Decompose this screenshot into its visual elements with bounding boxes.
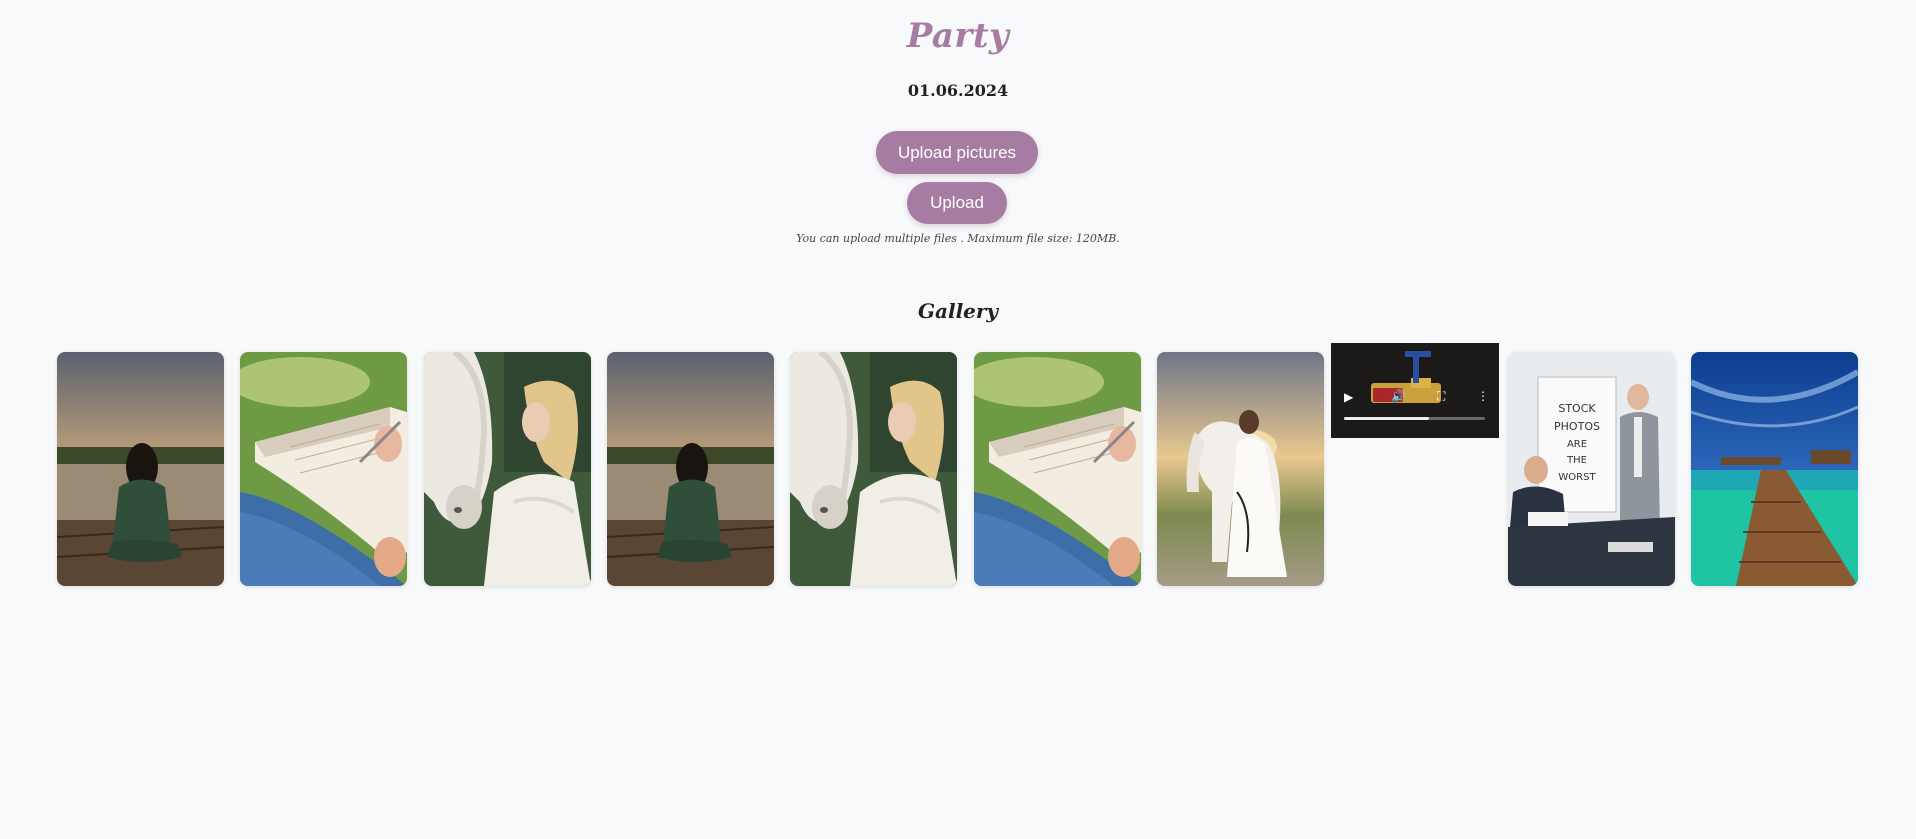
whiteboard-line-5: WORST: [1558, 472, 1596, 483]
tropical-boardwalk-photo: [1691, 352, 1858, 586]
gallery-image-meditating-dock-2[interactable]: [607, 352, 774, 586]
woman-horse-photo: [424, 352, 591, 586]
writing-notebook-photo-2: [974, 352, 1141, 586]
gallery-image-writing-notebook-2[interactable]: [974, 352, 1141, 586]
whiteboard-line-3: ARE: [1567, 439, 1587, 450]
gallery-image-woman-horse[interactable]: [424, 352, 591, 586]
event-title: Party: [906, 16, 1010, 56]
gallery-image-meditating-dock[interactable]: [57, 352, 224, 586]
video-progress-fill: [1344, 417, 1429, 420]
gallery-grid: ▶ 🔊 ⛶ ⋮ STOCK PHOTOS ARE THE WORST: [0, 0, 1916, 839]
whiteboard-line-2: PHOTOS: [1554, 420, 1600, 433]
gallery-title: Gallery: [917, 299, 999, 323]
event-date: 01.06.2024: [907, 81, 1009, 100]
gallery-image-business-presentation[interactable]: STOCK PHOTOS ARE THE WORST: [1508, 352, 1675, 586]
writing-notebook-photo: [240, 352, 407, 586]
gallery-image-bride-horse[interactable]: [1157, 352, 1324, 586]
meditating-dock-photo-2: [607, 352, 774, 586]
whiteboard-line-4: THE: [1566, 455, 1587, 466]
more-options-icon[interactable]: ⋮: [1477, 389, 1489, 403]
video-frame: [1331, 343, 1499, 438]
fullscreen-icon[interactable]: ⛶: [1437, 389, 1445, 404]
upload-pictures-button[interactable]: Upload pictures: [876, 131, 1038, 174]
upload-button[interactable]: Upload: [907, 182, 1007, 224]
bride-horse-photo: [1157, 352, 1324, 586]
whiteboard-line-1: STOCK: [1558, 402, 1596, 415]
meditating-dock-photo: [57, 352, 224, 586]
play-icon[interactable]: ▶: [1344, 390, 1353, 404]
gallery-video-player[interactable]: ▶ 🔊 ⛶ ⋮: [1331, 343, 1499, 438]
woman-horse-photo-2: [790, 352, 957, 586]
volume-icon[interactable]: 🔊: [1391, 389, 1406, 403]
upload-hint: You can upload multiple files . Maximum …: [796, 232, 1120, 245]
video-progress-bar[interactable]: [1344, 417, 1485, 420]
gallery-image-woman-horse-2[interactable]: [790, 352, 957, 586]
gallery-image-writing-notebook[interactable]: [240, 352, 407, 586]
business-presentation-photo: STOCK PHOTOS ARE THE WORST: [1508, 352, 1675, 586]
gallery-image-tropical-boardwalk[interactable]: [1691, 352, 1858, 586]
